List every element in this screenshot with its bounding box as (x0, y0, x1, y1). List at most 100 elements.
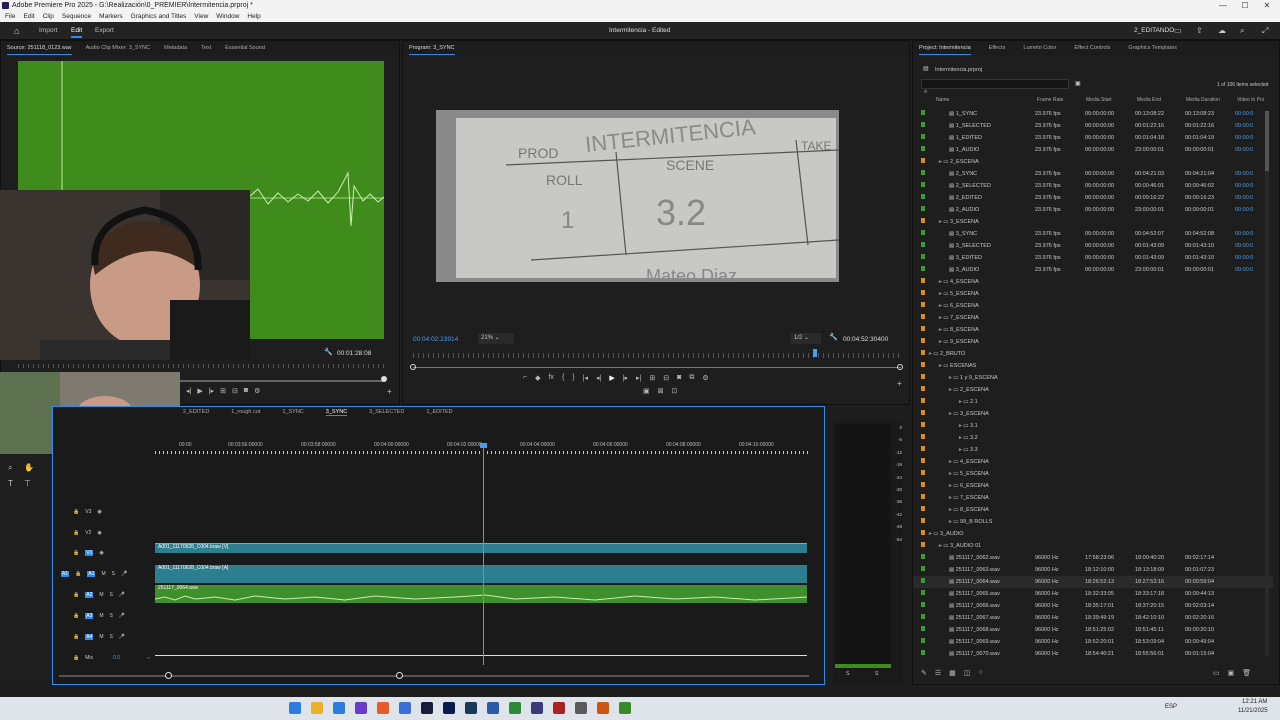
project-item-row[interactable]: ▤ 3_EDITED 23.976 fps 00:00:00:00 00:01:43:… (913, 252, 1273, 264)
solo-button[interactable]: S (110, 592, 113, 598)
menu-graphics[interactable]: Graphics and Titles (131, 11, 187, 22)
project-item-row[interactable]: ▤ 1_SYNC 23.976 fps 00:00:00:00 00:13:08:22… (913, 108, 1273, 120)
label-swatch[interactable] (913, 324, 925, 336)
scroll-handle[interactable] (381, 376, 387, 382)
label-swatch[interactable] (913, 264, 925, 276)
bin-row[interactable]: ▸ ▭ 3_ESCENA (913, 408, 1273, 420)
label-swatch[interactable] (913, 444, 925, 456)
col-video-in-point[interactable]: Video In Poi (1237, 97, 1264, 103)
tab-effects[interactable]: Effects (989, 41, 1006, 55)
taskbar-app-icon[interactable] (509, 702, 521, 714)
label-swatch[interactable] (913, 576, 925, 588)
program-scrollbar[interactable] (413, 367, 901, 368)
label-swatch[interactable] (913, 180, 925, 192)
zoom-handle-left[interactable] (165, 672, 172, 679)
settings-icon[interactable]: ⚙ (254, 387, 260, 395)
label-swatch[interactable] (913, 372, 925, 384)
taskbar-app-icon[interactable] (289, 702, 301, 714)
label-swatch[interactable] (913, 408, 925, 420)
bin-row[interactable]: ▸ ▭ 8_ESCENA (913, 324, 1273, 336)
bin-row[interactable]: ▸ ▭ 9_ESCENA (913, 336, 1273, 348)
project-item-row[interactable]: ▤ 251117_0070.wav 96000 Hz 18:54:40:21 18:5… (913, 648, 1273, 660)
freeform-view-icon[interactable]: ◫ (964, 669, 971, 677)
project-item-row[interactable]: ▤ 3_SELECTED 23.976 fps 00:00:00:00 00:01:4… (913, 240, 1273, 252)
col-name[interactable]: Name (936, 97, 949, 103)
col-media-duration[interactable]: Media Duration (1186, 97, 1220, 103)
taskbar-app-icon[interactable] (531, 702, 543, 714)
workspace-menu[interactable]: 2_EDITANDO (1134, 27, 1174, 34)
label-swatch[interactable] (913, 228, 925, 240)
label-swatch[interactable] (913, 492, 925, 504)
program-playhead[interactable] (813, 349, 817, 357)
bin-row[interactable]: ▸ ▭ 2.1 (913, 396, 1273, 408)
label-swatch[interactable] (913, 144, 925, 156)
step-back-icon[interactable]: ◂| (596, 374, 601, 382)
label-swatch[interactable] (913, 516, 925, 528)
playhead-handle[interactable] (480, 443, 487, 448)
lock-icon[interactable]: 🔒 (73, 655, 79, 661)
taskbar-app-icon[interactable] (619, 702, 631, 714)
label-swatch[interactable] (913, 588, 925, 600)
lock-icon[interactable]: 🔒 (73, 613, 79, 619)
track-area[interactable]: A001_11170628_C004.braw [V] A001_1117062… (155, 443, 810, 665)
label-swatch[interactable] (913, 300, 925, 312)
project-item-row[interactable]: ▤ 2_EDITED 23.976 fps 00:00:00:00 00:00:16:… (913, 192, 1273, 204)
home-icon[interactable]: ⌂ (14, 26, 24, 36)
overwrite-icon[interactable]: ⊟ (232, 387, 238, 395)
trash-icon[interactable]: 🗑 (1242, 669, 1251, 677)
quality-select[interactable]: 1/2 ⌄ (791, 333, 821, 344)
pencil-icon[interactable]: ✎ (921, 669, 927, 677)
mute-button[interactable]: M (99, 613, 103, 619)
hand-tool-icon[interactable]: ✋ (24, 463, 34, 472)
lift-icon[interactable]: ⊞ (649, 374, 655, 382)
zoom-select[interactable]: 21% ⌄ (478, 333, 514, 344)
add-button-icon[interactable]: + (897, 379, 902, 388)
zoom-tool-icon[interactable]: ⌕ (8, 463, 12, 473)
col-frame-rate[interactable]: Frame Rate (1037, 97, 1063, 103)
tab-audio-mixer[interactable]: Audio Clip Mixer: 3_SYNC (86, 41, 151, 55)
tab-1-edited[interactable]: 1_EDITED (426, 409, 452, 416)
mic-icon[interactable]: 🎤 (119, 634, 125, 640)
tab-text[interactable]: Text (201, 41, 211, 55)
workspace-export[interactable]: Export (95, 27, 114, 34)
menu-markers[interactable]: Markers (99, 11, 122, 22)
fullscreen-icon[interactable]: ⤢ (1262, 26, 1268, 36)
eye-icon[interactable]: ◉ (97, 509, 101, 515)
eye-icon[interactable]: ◉ (99, 550, 103, 556)
insert-icon[interactable]: ⊞ (220, 387, 226, 395)
bin-row[interactable]: ▸ ▭ 3.3 (913, 444, 1273, 456)
rect-tool-icon[interactable]: ⊤ (24, 479, 31, 488)
bin-row[interactable]: ▸ ▭ 2_BRUTO (913, 348, 1273, 360)
play-icon[interactable]: ▶ (197, 387, 202, 395)
solo-button[interactable]: S (112, 571, 115, 577)
bin-row[interactable]: ▸ ▭ 6_ESCENA (913, 300, 1273, 312)
taskbar-app-icon[interactable] (377, 702, 389, 714)
label-swatch[interactable] (913, 420, 925, 432)
label-swatch[interactable] (913, 552, 925, 564)
lock-icon[interactable]: 🔒 (73, 530, 79, 536)
zoom-handle-right[interactable] (396, 672, 403, 679)
audio-clip-a1[interactable]: A001_11170628_C004.braw [A] (155, 565, 807, 583)
add-button-icon[interactable]: + (387, 387, 392, 396)
taskbar-app-icon[interactable] (553, 702, 565, 714)
taskbar-app-icon[interactable] (355, 702, 367, 714)
tab-3-selected[interactable]: 3_SELECTED (369, 409, 404, 416)
tab-2-edited[interactable]: 2_EDITED (183, 409, 209, 416)
tab-graphics-templates[interactable]: Graphics Templates (1128, 41, 1177, 55)
label-swatch[interactable] (913, 540, 925, 552)
label-swatch[interactable] (913, 612, 925, 624)
source-patch-a1[interactable]: A1 (61, 571, 70, 577)
zoom-slider-handle[interactable]: ○ (978, 669, 982, 677)
project-item-row[interactable]: ▤ 2_SELECTED 23.976 fps 00:00:00:00 00:00:4… (913, 180, 1273, 192)
label-swatch[interactable] (913, 192, 925, 204)
program-video-frame[interactable]: PROD INTERMITENCIA ROLL SCENE TAKE 1 3.2… (436, 110, 840, 286)
bin-row[interactable]: ▸ ▭ 3.2 (913, 432, 1273, 444)
label-swatch[interactable] (913, 564, 925, 576)
wrench-icon[interactable]: 🔧 (829, 333, 838, 341)
menu-help[interactable]: Help (247, 11, 260, 22)
extract-icon[interactable]: ⊟ (663, 374, 669, 382)
tab-essential-sound[interactable]: Essential Sound (225, 41, 265, 55)
lock-icon[interactable]: 🔒 (73, 592, 79, 598)
marker-icon[interactable]: ◆ (535, 374, 540, 382)
taskbar-app-icon[interactable] (399, 702, 411, 714)
